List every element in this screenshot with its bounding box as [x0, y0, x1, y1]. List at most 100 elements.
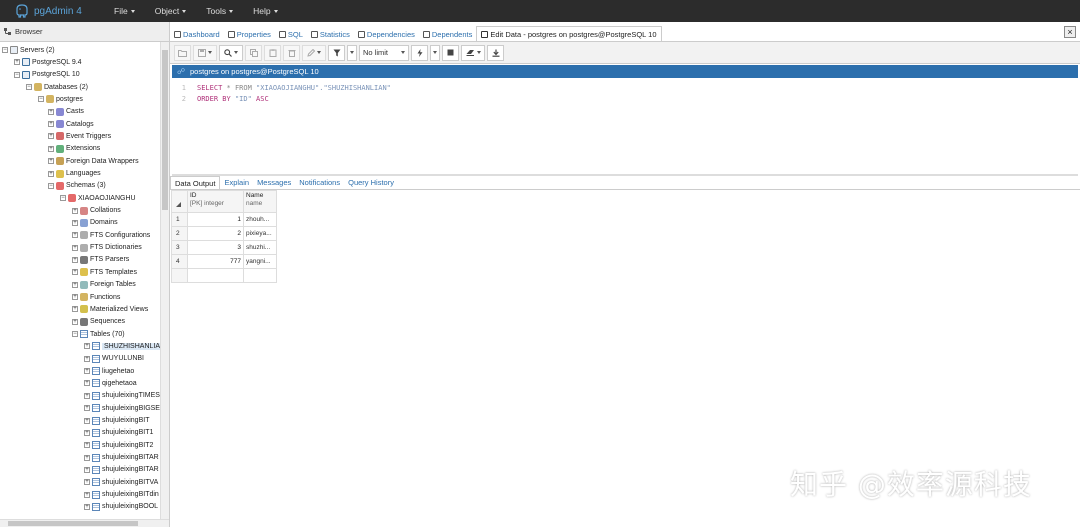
table-row[interactable]: 2 2 pixieya...	[171, 226, 277, 241]
tree-node[interactable]: + shujuleixingTIMES	[84, 390, 160, 402]
sql-editor[interactable]: 1 SELECT * FROM "XIAOAOJIANGHU"."SHUZHISH…	[172, 78, 1078, 174]
tree-node[interactable]: + FTS Configurations	[72, 229, 150, 241]
tree-node[interactable]: + WUYULUNBI	[84, 353, 144, 365]
column-header-id[interactable]: ID [PK] integer	[187, 190, 244, 213]
scrollbar-thumb[interactable]	[8, 521, 138, 526]
tree-node[interactable]: − Tables (70)	[72, 328, 125, 340]
tree-node[interactable]: + Domains	[72, 217, 118, 229]
output-tab[interactable]: Explain	[220, 176, 253, 189]
expand-icon[interactable]: +	[72, 244, 78, 251]
tree-node[interactable]: + Functions	[72, 291, 120, 303]
empty-cell[interactable]	[187, 268, 244, 283]
expand-icon[interactable]: +	[48, 108, 54, 115]
cell-name[interactable]: shuzhi...	[243, 240, 277, 255]
expand-icon[interactable]: +	[84, 392, 90, 399]
cell-name[interactable]: yangni...	[243, 254, 277, 269]
collapse-icon[interactable]: −	[14, 71, 20, 78]
row-number[interactable]: 2	[171, 226, 188, 241]
expand-icon[interactable]: +	[84, 405, 90, 412]
download-button[interactable]	[487, 44, 504, 61]
execute-button[interactable]	[411, 44, 428, 61]
open-file-button[interactable]	[174, 44, 191, 61]
tree-node[interactable]: − Databases (2)	[26, 81, 88, 93]
tree-node[interactable]: − XIAOAOJIANGHU	[60, 192, 136, 204]
expand-icon[interactable]: +	[84, 479, 90, 486]
clear-button[interactable]	[461, 44, 485, 61]
expand-icon[interactable]: +	[84, 503, 90, 510]
expand-icon[interactable]: +	[72, 232, 78, 239]
row-number[interactable]: 4	[171, 254, 188, 269]
cell-id[interactable]: 2	[187, 226, 244, 241]
tree-node[interactable]: + Collations	[72, 205, 121, 217]
cell-id[interactable]: 3	[187, 240, 244, 255]
tab-edit-data[interactable]: Edit Data - postgres on postgres@Postgre…	[476, 26, 662, 41]
tree-node[interactable]: + Event Triggers	[48, 130, 111, 142]
tree-node[interactable]: − postgres	[38, 93, 83, 105]
expand-icon[interactable]: +	[48, 170, 54, 177]
tree-node[interactable]: + shujuleixingBIT	[84, 415, 149, 427]
menu-file[interactable]: File	[104, 6, 145, 16]
tree-node[interactable]: + FTS Templates	[72, 266, 137, 278]
tab-statistics[interactable]: Statistics	[307, 27, 354, 41]
tree-node[interactable]: + shujuleixingBIT1	[84, 427, 153, 439]
tab-dependencies[interactable]: Dependencies	[354, 27, 419, 41]
expand-icon[interactable]: +	[48, 121, 54, 128]
edit-button[interactable]	[302, 44, 326, 61]
tree-node[interactable]: + shujuleixingBITVA	[84, 476, 158, 488]
tree-node[interactable]: − PostgreSQL 10	[14, 69, 80, 81]
copy-button[interactable]	[245, 44, 262, 61]
table-row[interactable]: 4 777 yangni...	[171, 254, 277, 269]
row-limit-select[interactable]: No limit	[359, 44, 409, 61]
expand-icon[interactable]: +	[14, 59, 20, 66]
find-button[interactable]	[219, 44, 243, 61]
expand-icon[interactable]: +	[84, 491, 90, 498]
tree-node[interactable]: + Foreign Data Wrappers	[48, 155, 139, 167]
tree-node[interactable]: − Schemas (3)	[48, 180, 106, 192]
menu-tools[interactable]: Tools	[196, 6, 243, 16]
tree-node[interactable]: + shujuleixingBITAR	[84, 452, 159, 464]
tree-node[interactable]: + shujuleixingBIT2	[84, 439, 153, 451]
stop-button[interactable]	[442, 44, 459, 61]
expand-icon[interactable]: +	[48, 158, 54, 165]
close-tab-button[interactable]: ×	[1064, 26, 1076, 38]
expand-icon[interactable]: +	[72, 256, 78, 263]
tree-node[interactable]: + liugehetao	[84, 365, 134, 377]
tree-node[interactable]: + Extensions	[48, 143, 100, 155]
empty-cell[interactable]	[171, 268, 188, 283]
expand-icon[interactable]: +	[48, 145, 54, 152]
collapse-icon[interactable]: −	[72, 331, 78, 338]
tree-node[interactable]: + SHUZHISHANLIAN	[84, 340, 160, 352]
paste-button[interactable]	[264, 44, 281, 61]
menu-object[interactable]: Object	[145, 6, 197, 16]
output-tab[interactable]: Data Output	[170, 176, 221, 189]
new-row[interactable]	[171, 268, 277, 283]
collapse-icon[interactable]: −	[26, 84, 32, 91]
expand-icon[interactable]: +	[84, 368, 90, 375]
cell-name[interactable]: zhouh...	[243, 212, 277, 227]
expand-icon[interactable]: +	[84, 417, 90, 424]
table-row[interactable]: 1 1 zhouh...	[171, 212, 277, 227]
expand-icon[interactable]: +	[72, 269, 78, 276]
tab-sql[interactable]: SQL	[275, 27, 307, 41]
tree-node[interactable]: − Servers (2)	[2, 44, 55, 56]
collapse-icon[interactable]: −	[2, 47, 8, 53]
empty-cell[interactable]	[243, 268, 277, 283]
expand-icon[interactable]: +	[84, 454, 90, 461]
collapse-icon[interactable]: −	[38, 96, 44, 103]
menu-help[interactable]: Help	[243, 6, 287, 16]
expand-icon[interactable]: +	[84, 466, 90, 473]
tree-node[interactable]: + FTS Dictionaries	[72, 242, 142, 254]
row-number[interactable]: 3	[171, 240, 188, 255]
tree-node[interactable]: + Catalogs	[48, 118, 94, 130]
output-tab[interactable]: Messages	[253, 176, 295, 189]
tab-dependents[interactable]: Dependents	[419, 27, 476, 41]
collapse-icon[interactable]: −	[48, 182, 54, 189]
expand-icon[interactable]: +	[72, 294, 78, 300]
output-tab[interactable]: Query History	[344, 176, 398, 189]
tree-node[interactable]: + shujuleixingBOOL	[84, 501, 158, 513]
tab-properties[interactable]: Properties	[224, 27, 275, 41]
expand-icon[interactable]: +	[72, 318, 78, 325]
tree-node[interactable]: + qigehetaoa	[84, 377, 137, 389]
tree-node[interactable]: + Sequences	[72, 316, 125, 328]
cell-id[interactable]: 1	[187, 212, 244, 227]
